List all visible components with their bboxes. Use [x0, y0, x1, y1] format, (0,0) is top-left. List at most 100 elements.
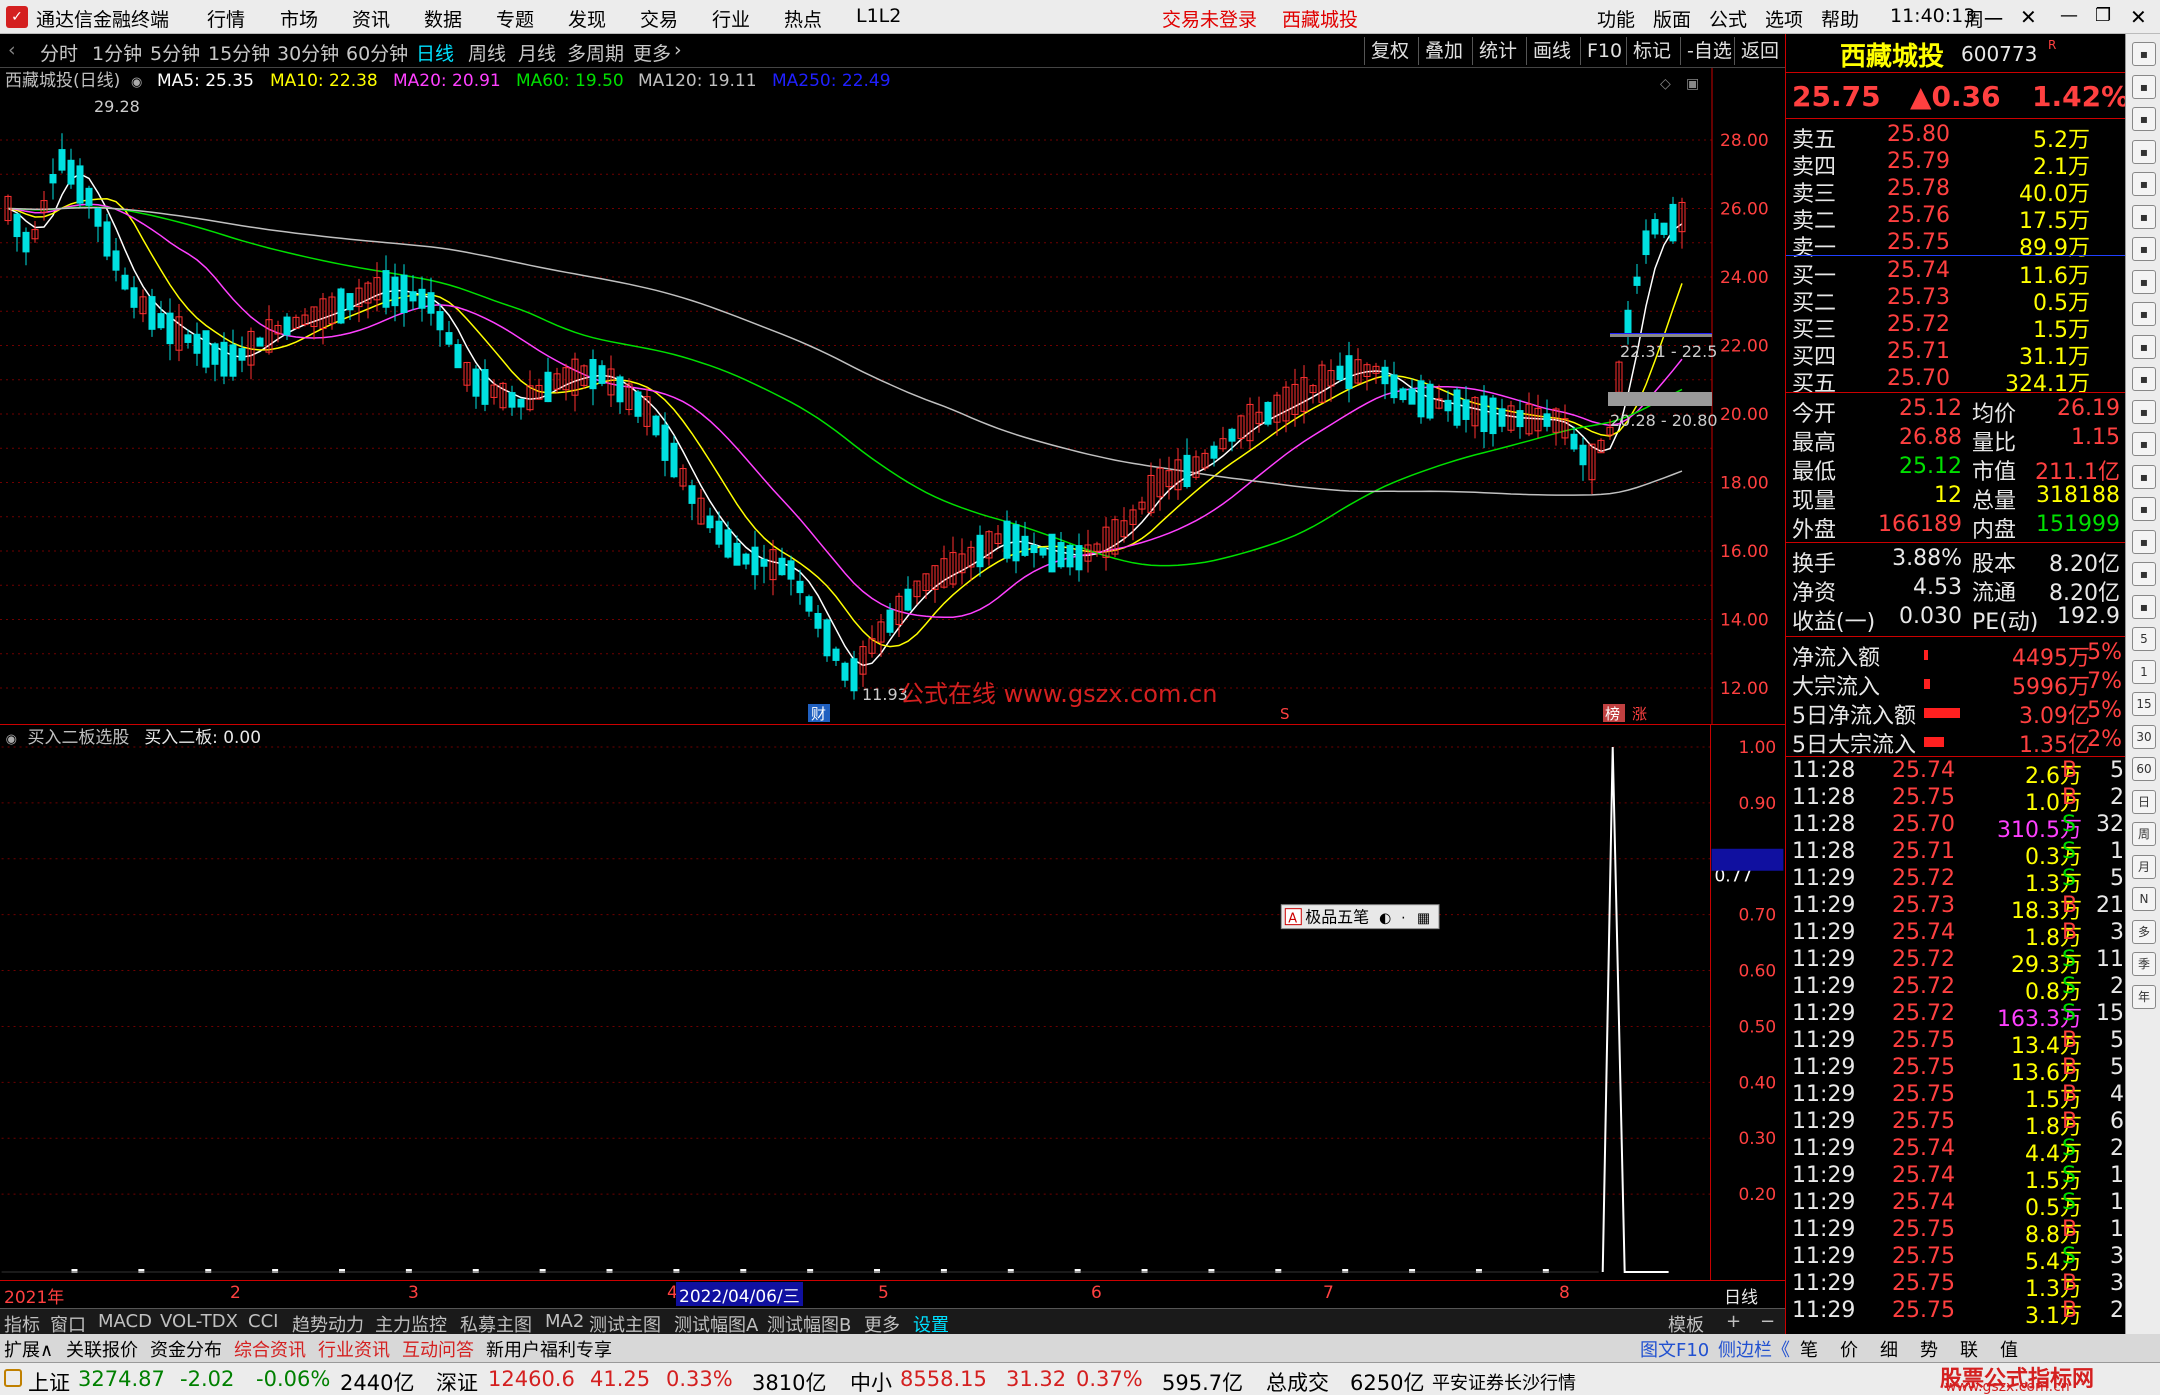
- tick-row[interactable]: 11:29 25.72 0.8万 S 2: [1792, 974, 2124, 1005]
- trade-status[interactable]: 交易未登录: [1162, 5, 1257, 32]
- period-60min[interactable]: 60分钟: [346, 39, 408, 66]
- tab-expand[interactable]: 扩展∧: [4, 1336, 53, 1362]
- tab-cci[interactable]: CCI: [248, 1311, 278, 1332]
- menu-zixun[interactable]: 资讯: [352, 5, 390, 32]
- more-chevron-icon[interactable]: ›: [674, 39, 682, 61]
- sidebar-period-25[interactable]: 月: [2132, 854, 2156, 879]
- tick-row[interactable]: 11:28 25.75 1.0万 B 2: [1792, 785, 2124, 816]
- stat-row[interactable]: 最低 25.12 市值 211.1亿: [1792, 454, 2122, 485]
- stat-row[interactable]: 最高 26.88 量比 1.15: [1792, 425, 2122, 456]
- info-icon[interactable]: ▪: [2132, 334, 2156, 359]
- tab-jia[interactable]: 价: [1840, 1336, 1858, 1362]
- period-multi[interactable]: 多周期: [567, 39, 624, 66]
- tool-huaxian[interactable]: 画线: [1526, 37, 1577, 65]
- tab-zijin[interactable]: 资金分布: [150, 1336, 222, 1362]
- sidebar-period-24[interactable]: 周: [2132, 822, 2156, 846]
- menu-l1l2[interactable]: L1L2: [856, 5, 901, 27]
- flow-row[interactable]: 5日大宗流入 1.35亿 2%: [1792, 727, 2122, 758]
- stat-row[interactable]: 外盘 166189 内盘 151999: [1792, 512, 2122, 543]
- flow-row[interactable]: 大宗流入 5996万 7%: [1792, 669, 2122, 700]
- tick-row[interactable]: 11:29 25.73 18.3万 B 21: [1792, 893, 2124, 924]
- tab-bi[interactable]: 笔: [1800, 1336, 1818, 1362]
- ime-a-icon[interactable]: A: [1288, 912, 1297, 927]
- period-fenshi[interactable]: 分时: [40, 39, 78, 66]
- down-icon[interactable]: ▪: [2132, 74, 2156, 99]
- menu-shuju[interactable]: 数据: [424, 5, 462, 32]
- tick-row[interactable]: 11:29 25.74 1.5万 S 1: [1792, 1163, 2124, 1194]
- tick-row[interactable]: 11:29 25.74 0.5万 S 1: [1792, 1190, 2124, 1221]
- kline-chart[interactable]: 西藏城投(日线) ◉ MA5: 25.35 MA10: 22.38 MA20: …: [0, 68, 1785, 724]
- circle-icon[interactable]: ▪: [2132, 432, 2156, 456]
- menu-hangqing[interactable]: 行情: [207, 5, 245, 32]
- sidebar-period-20[interactable]: 15: [2132, 692, 2156, 716]
- bid-row[interactable]: 买四 25.71 31.1万: [1792, 339, 2122, 370]
- tool-tongji[interactable]: 统计: [1472, 37, 1523, 65]
- zhang-tag[interactable]: 涨: [1632, 705, 1647, 723]
- period-daily[interactable]: 日线: [416, 39, 454, 66]
- bang-tag[interactable]: 榜: [1605, 705, 1620, 723]
- menu-redian[interactable]: 热点: [784, 5, 822, 32]
- tick-row[interactable]: 11:29 25.75 13.6万 B 5: [1792, 1055, 2124, 1086]
- tick-row[interactable]: 11:28 25.71 0.3万 S 1: [1792, 839, 2124, 870]
- sidebar-period-27[interactable]: 多: [2132, 919, 2156, 944]
- tab-ma2[interactable]: MA2: [545, 1311, 584, 1332]
- tool-fanhui[interactable]: 返回: [1734, 37, 1785, 65]
- tick-row[interactable]: 11:29 25.72 163.3万 S 15: [1792, 1001, 2124, 1032]
- sidebar-period-26[interactable]: N: [2132, 887, 2156, 911]
- zx-name[interactable]: 中小: [850, 1367, 892, 1395]
- legend-toggle-icon[interactable]: ◉: [131, 75, 142, 90]
- menu-jiaoyi[interactable]: 交易: [640, 5, 678, 32]
- indicator-chart[interactable]: ◉ 买入二板选股 买入二板: 0.00 1.000.900.770.700.60…: [0, 724, 1785, 1280]
- tick-row[interactable]: 11:29 25.75 3.1万 B 2: [1792, 1298, 2124, 1329]
- period-1min[interactable]: 1分钟: [92, 39, 142, 66]
- sidebar-period-28[interactable]: 季: [2132, 952, 2156, 976]
- ask-row[interactable]: 卖一 25.75 89.9万: [1792, 230, 2122, 261]
- tick-row[interactable]: 11:29 25.75 13.4万 B 5: [1792, 1028, 2124, 1059]
- close-x-icon[interactable]: ✕: [2020, 5, 2037, 29]
- broker-name[interactable]: 平安证券长沙行情: [1432, 1369, 1576, 1395]
- minimize-icon[interactable]: —: [2060, 5, 2078, 26]
- tab-vol-tdx[interactable]: VOL-TDX: [160, 1311, 238, 1332]
- flow-row[interactable]: 净流入额 4495万 5%: [1792, 640, 2122, 671]
- tab-sidebar[interactable]: 侧边栏《: [1718, 1336, 1790, 1362]
- bid-row[interactable]: 买一 25.74 11.6万: [1792, 258, 2122, 289]
- pen-icon[interactable]: ▪: [2132, 594, 2156, 619]
- sidebar-period-18[interactable]: 5: [2132, 627, 2156, 651]
- tick-row[interactable]: 11:29 25.75 1.8万 B 6: [1792, 1109, 2124, 1140]
- period-30min[interactable]: 30分钟: [277, 39, 339, 66]
- tool-biaoji[interactable]: 标记: [1626, 37, 1677, 65]
- tab-guanlian[interactable]: 关联报价: [66, 1336, 138, 1362]
- ask-row[interactable]: 卖四 25.79 2.1万: [1792, 149, 2122, 180]
- menu-banmian[interactable]: 版面: [1653, 5, 1691, 32]
- tab-zhi[interactable]: 值: [2000, 1336, 2018, 1362]
- period-5min[interactable]: 5分钟: [150, 39, 200, 66]
- period-weekly[interactable]: 周线: [468, 39, 506, 66]
- float-toolbar[interactable]: A 极品五笔 ◐ · ▦: [1280, 904, 1440, 930]
- list-icon[interactable]: ▪: [2132, 107, 2156, 131]
- tick-row[interactable]: 11:29 25.75 8.8万 B 1: [1792, 1217, 2124, 1248]
- tick-row[interactable]: 11:29 25.74 1.8万 B 3: [1792, 920, 2124, 951]
- ime-keyboard-icon[interactable]: ▦: [1417, 911, 1430, 927]
- tick-row[interactable]: 11:29 25.72 29.3万 S 11: [1792, 947, 2124, 978]
- ime-moon-icon[interactable]: ◐: [1379, 911, 1391, 927]
- stat2-row[interactable]: 收益(一) 0.030 PE(动) 192.9: [1792, 604, 2122, 635]
- sidebar-period-23[interactable]: 日: [2132, 789, 2156, 814]
- menu-zhuanti[interactable]: 专题: [496, 5, 534, 32]
- tab-newuser[interactable]: 新用户福利专享: [486, 1336, 612, 1362]
- menu-xuanxiang[interactable]: 选项: [1765, 5, 1803, 32]
- chart-icon[interactable]: ▪: [2132, 172, 2156, 196]
- doc-icon[interactable]: ▪: [2132, 237, 2156, 261]
- tab-add[interactable]: +: [1726, 1311, 1741, 1332]
- menu-gongshi[interactable]: 公式: [1709, 5, 1747, 32]
- tab-lian[interactable]: 联: [1960, 1336, 1978, 1362]
- tool-zixuan[interactable]: -自选: [1680, 37, 1738, 65]
- period-monthly[interactable]: 月线: [518, 39, 556, 66]
- close-icon[interactable]: ✕: [2130, 5, 2147, 29]
- tab-hudong[interactable]: 互动问答: [402, 1336, 474, 1362]
- rsi-icon[interactable]: ▪: [2132, 497, 2156, 521]
- sidebar-period-22[interactable]: 60: [2132, 757, 2156, 781]
- tick-row[interactable]: 11:29 25.75 1.5万 B 4: [1792, 1082, 2124, 1113]
- restore-icon[interactable]: ❐: [2095, 5, 2111, 26]
- menu-faxian[interactable]: 发现: [568, 5, 606, 32]
- tab-xi[interactable]: 细: [1880, 1336, 1898, 1362]
